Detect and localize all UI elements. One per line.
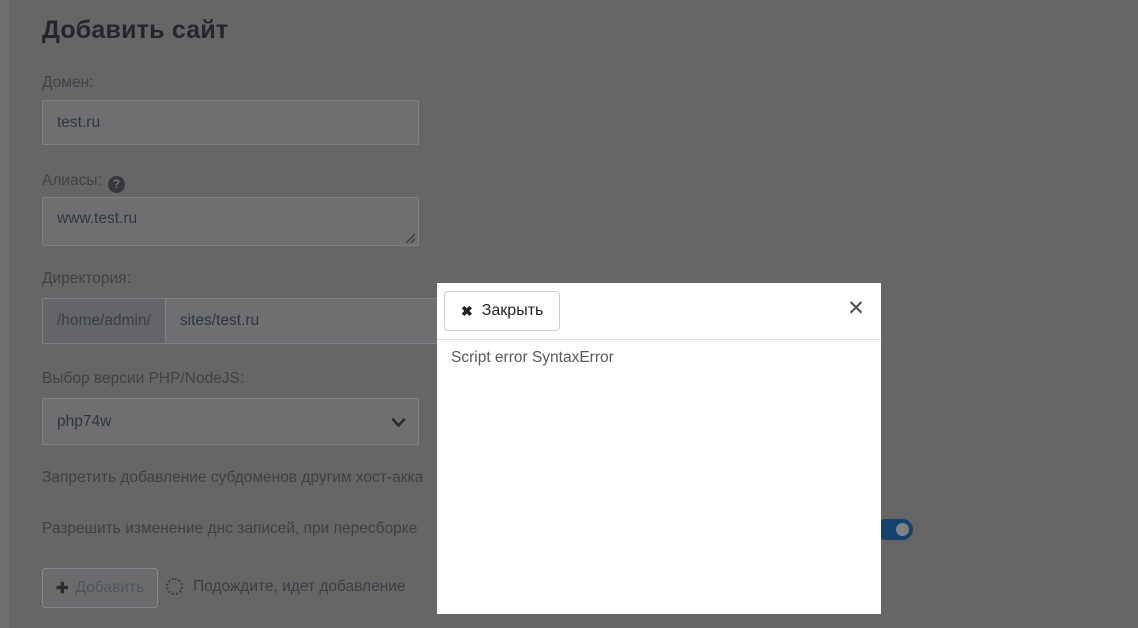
toggle-knob bbox=[893, 520, 912, 539]
progress-text: Подождите, идет добавление bbox=[193, 578, 406, 595]
spinner-icon bbox=[166, 578, 183, 595]
php-version-label: Выбор версии PHP/NodeJS: bbox=[42, 370, 245, 387]
question-circle-icon[interactable]: ? bbox=[107, 176, 125, 193]
add-site-button-label: Добавить bbox=[75, 579, 145, 596]
option-dns-label: Разрешить изменение днс записей, при пер… bbox=[42, 520, 418, 537]
directory-prefix: /home/admin/ bbox=[42, 298, 166, 344]
modal-error-text: Script error SyntaxError bbox=[451, 349, 614, 366]
modal-close-button[interactable]: ✖ Закрыть bbox=[444, 291, 561, 331]
aliases-textarea[interactable]: www.test.ru bbox=[42, 197, 419, 246]
modal-close-button-label: Закрыть bbox=[481, 302, 544, 319]
close-icon[interactable]: ✕ bbox=[842, 295, 870, 323]
domain-label: Домен: bbox=[42, 74, 94, 91]
php-version-select[interactable]: php74w bbox=[42, 398, 419, 445]
php-version-selected: php74w bbox=[57, 412, 112, 430]
directory-input-group: /home/admin/ bbox=[42, 298, 482, 344]
directory-label: Директория: bbox=[42, 270, 131, 287]
directory-input[interactable] bbox=[165, 298, 482, 344]
chevron-down-icon bbox=[391, 418, 406, 427]
close-x-icon: ✖ bbox=[461, 302, 473, 319]
window-left-edge bbox=[0, 0, 9, 628]
add-site-button[interactable]: ✚ Добавить bbox=[42, 568, 158, 608]
plus-icon: ✚ bbox=[55, 580, 69, 597]
error-modal: ✖ Закрыть ✕ Script error SyntaxError bbox=[437, 283, 881, 614]
aliases-label: Алиасы:? bbox=[42, 172, 125, 193]
modal-header: ✖ Закрыть ✕ bbox=[437, 283, 881, 340]
page-title: Добавить сайт bbox=[42, 16, 229, 44]
domain-input[interactable] bbox=[42, 100, 419, 145]
option-subdomains-label: Запретить добавление субдоменов другим х… bbox=[42, 469, 424, 486]
